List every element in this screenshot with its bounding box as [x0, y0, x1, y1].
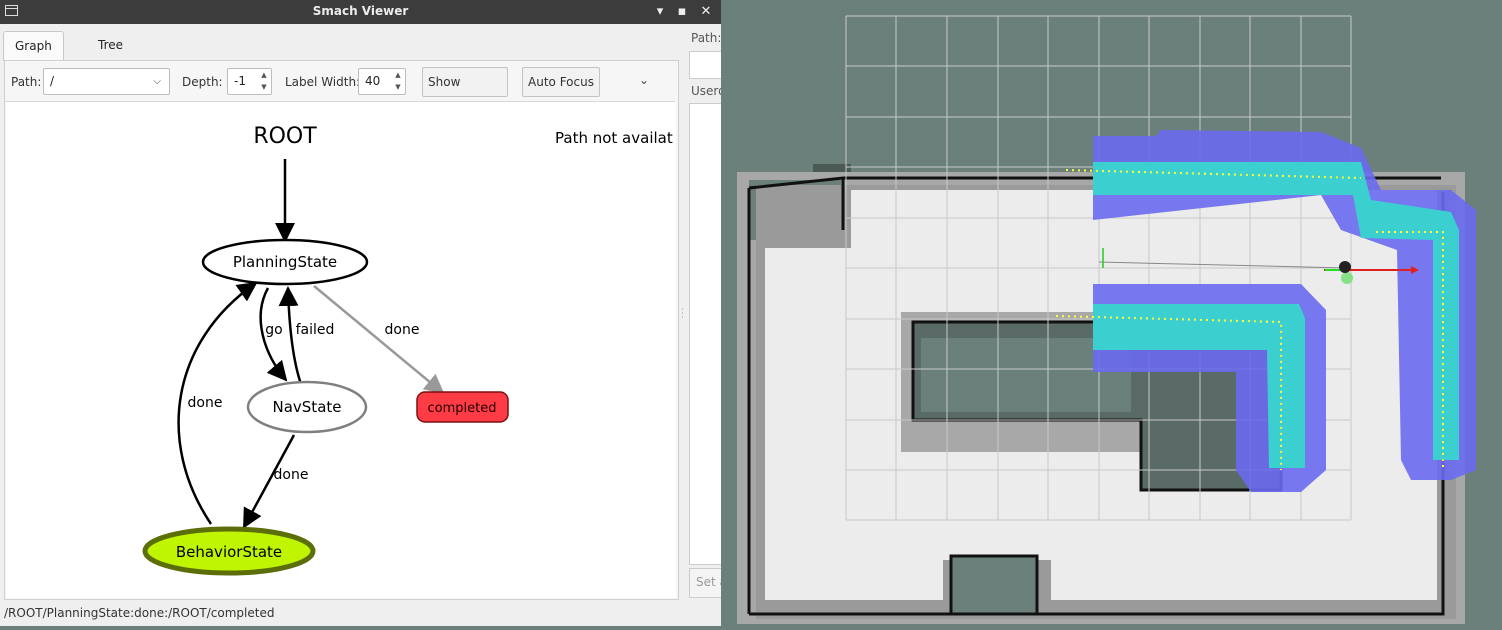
behavior-state-label: BehaviorState: [176, 543, 282, 561]
close-icon[interactable]: ✕: [697, 3, 715, 21]
set-initial-state-button[interactable]: Set a: [689, 568, 721, 598]
done-completed-edge: [313, 285, 445, 395]
robot-footprint: [1341, 272, 1353, 284]
nav-state-label: NavState: [273, 398, 342, 416]
depth-spinbox[interactable]: -1 ▲ ▼: [227, 68, 272, 95]
tab-graph-view[interactable]: Graph View: [3, 31, 64, 82]
root-label: ROOT: [253, 124, 317, 149]
edge-label-go: go: [265, 322, 282, 338]
graph-toolbar: Path: / ⌵ Depth: -1 ▲ ▼ Label Width: 40 ▲…: [5, 61, 675, 117]
path-select[interactable]: / ⌵: [43, 68, 170, 95]
state-machine-graph[interactable]: ROOT Path not availat go failed done don…: [6, 102, 676, 598]
path-label: Path:: [11, 75, 42, 89]
label-width-spinbox[interactable]: 40 ▲ ▼: [358, 68, 406, 95]
window-title: Smach Viewer: [312, 4, 409, 18]
label-width-label: Label Width:: [285, 75, 361, 89]
title-bar: Smach Viewer ▾ ▪ ✕: [0, 0, 721, 24]
path-value: /: [50, 74, 55, 88]
label-width-value: 40: [365, 74, 381, 88]
smach-viewer-window: Smach Viewer ▾ ▪ ✕ Graph View Tree View …: [0, 0, 721, 626]
edge-label-done-planning: done: [188, 395, 223, 411]
show-implicit-button[interactable]: Show Implicit: [422, 67, 508, 117]
depth-value: -1: [234, 74, 246, 88]
edge-label-done-behavior: done: [274, 467, 309, 483]
chevron-down-icon[interactable]: ⌵: [153, 69, 161, 94]
map-notch: [949, 554, 1039, 616]
robot-marker: [1339, 261, 1351, 273]
edge-label-failed: failed: [296, 322, 335, 338]
maximize-icon[interactable]: ▪: [673, 3, 691, 21]
userdata-side-panel: Path: Userd Set a: [683, 25, 721, 625]
edge-label-done-completed: done: [385, 322, 420, 338]
side-path-label: Path:: [691, 31, 721, 45]
tab-tree-view[interactable]: Tree View: [87, 31, 137, 81]
completed-outcome-label: completed: [428, 401, 497, 416]
graph-view-panel: Path: / ⌵ Depth: -1 ▲ ▼ Label Width: 40 ▲…: [4, 60, 679, 600]
map-canvas: [721, 0, 1502, 626]
userdata-view[interactable]: [689, 103, 721, 565]
planning-state-label: PlanningState: [233, 253, 337, 271]
auto-focus-button[interactable]: Auto Focus: [522, 67, 600, 97]
minimize-icon[interactable]: ▾: [651, 3, 669, 21]
rviz-map-view[interactable]: [721, 0, 1502, 626]
expand-chevron-icon[interactable]: ⌄: [639, 73, 649, 87]
set-button-label: Set a: [696, 575, 721, 589]
userdata-label: Userd: [691, 84, 721, 98]
path-not-available-message: Path not availat: [555, 129, 673, 147]
depth-label: Depth:: [182, 75, 223, 89]
spin-arrows-icon[interactable]: ▲ ▼: [391, 69, 405, 94]
graph-canvas: ROOT Path not availat go failed done don…: [142, 124, 673, 576]
side-path-field[interactable]: [689, 51, 721, 79]
status-bar: /ROOT/PlanningState:done:/ROOT/completed: [4, 606, 275, 620]
spin-arrows-icon[interactable]: ▲ ▼: [257, 69, 271, 94]
